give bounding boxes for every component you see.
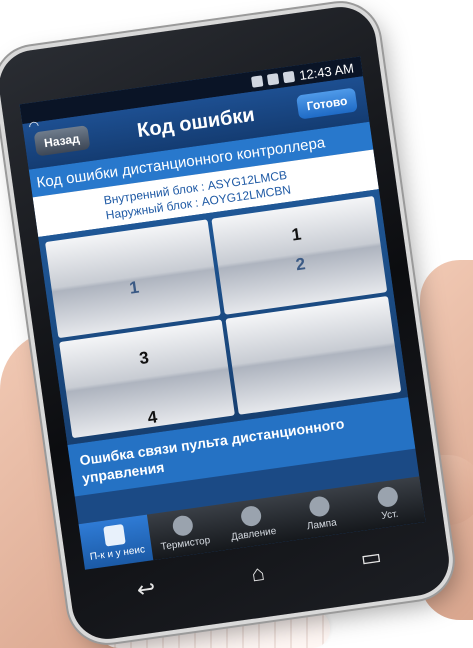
tab-lamp[interactable]: Лампа — [283, 486, 358, 541]
gauge-icon — [239, 504, 263, 528]
error-tile-4[interactable] — [225, 295, 402, 415]
signal-icon — [282, 70, 296, 83]
tab-history[interactable]: П-к и у неис — [78, 514, 154, 570]
error-tile-1-mid: 1 — [128, 277, 141, 298]
error-tile-3[interactable]: 3 4 — [59, 319, 235, 439]
error-tile-2[interactable]: 1 2 — [211, 195, 388, 315]
error-tile-1[interactable]: 1 — [45, 219, 221, 339]
back-nav-icon[interactable]: ↩ — [135, 575, 157, 603]
recent-apps-icon[interactable]: ▭ — [359, 543, 383, 572]
tab-thermistor-label: Термистор — [160, 535, 211, 553]
tab-pressure-label: Давление — [230, 525, 277, 544]
tab-lamp-label: Лампа — [306, 517, 338, 533]
back-button[interactable]: Назад — [33, 125, 91, 157]
tab-history-label: П-к и у неис — [89, 544, 146, 563]
error-tile-3-top: 3 — [138, 347, 151, 369]
phone-screen: 12:43 AM ◠ Назад Код ошибки Готово Код о… — [19, 56, 426, 570]
nfc-icon — [250, 74, 264, 88]
tab-settings[interactable]: Уст. — [351, 476, 426, 531]
page-title: Код ошибки — [135, 103, 256, 142]
tab-thermistor[interactable]: Термистор — [147, 505, 222, 560]
thermometer-icon — [171, 514, 195, 537]
list-icon — [103, 523, 127, 547]
home-nav-icon[interactable]: ⌂ — [250, 560, 267, 588]
tab-settings-label: Уст. — [380, 508, 400, 522]
tab-pressure[interactable]: Давление — [215, 495, 290, 550]
lamp-icon — [307, 495, 331, 518]
phone-device: 12:43 AM ◠ Назад Код ошибки Готово Код о… — [0, 2, 454, 644]
battery-alert-icon — [266, 72, 280, 86]
gear-icon — [376, 485, 399, 509]
done-button[interactable]: Готово — [296, 87, 358, 120]
